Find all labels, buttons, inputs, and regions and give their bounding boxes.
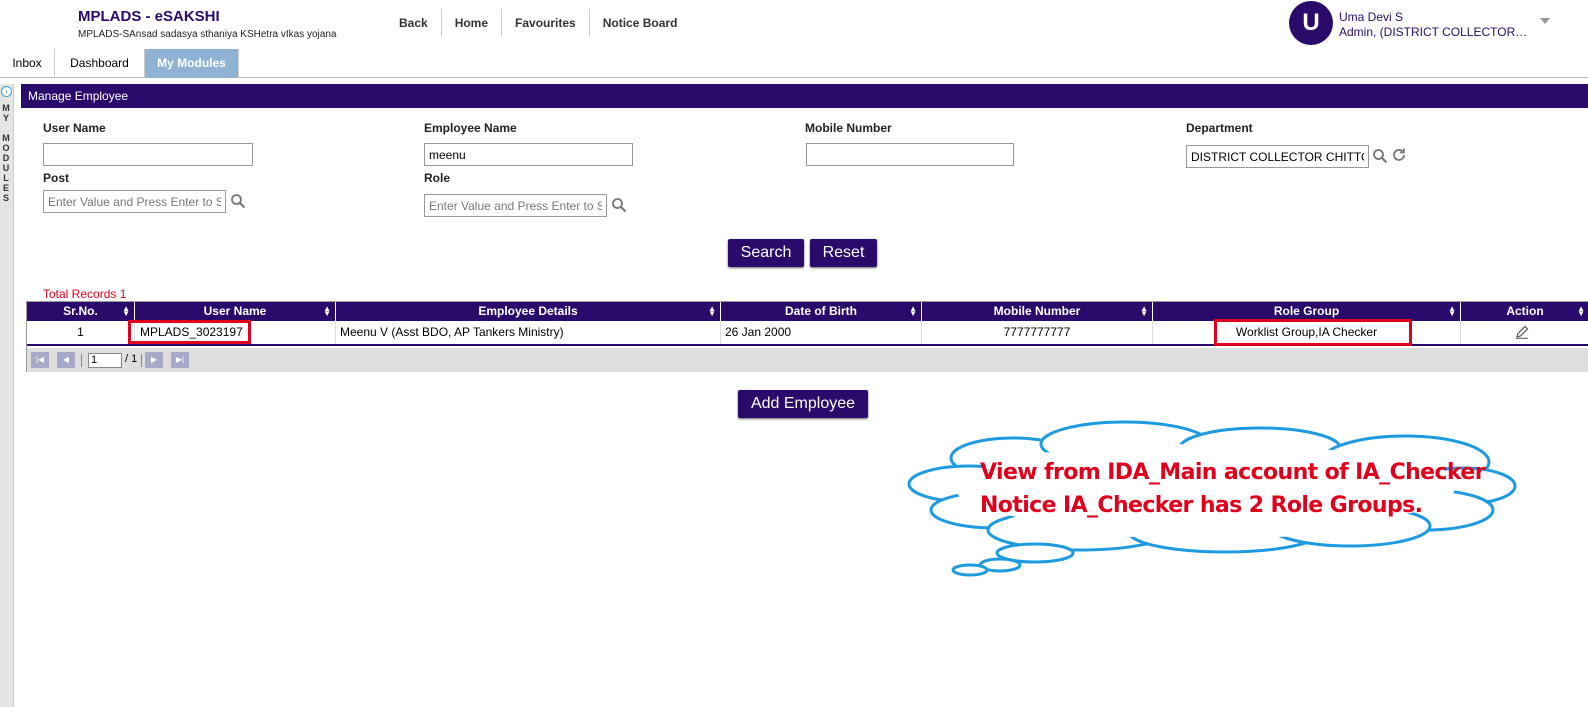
grid-pager: |◀ ◀ 1 / 1 ▶ ▶| — [27, 348, 1588, 372]
sort-icon[interactable]: ▲ ▼ — [1140, 305, 1148, 318]
column-header-mobile-number[interactable]: Mobile Number ▲ ▼ — [922, 302, 1153, 321]
reset-button[interactable]: Reset — [810, 239, 877, 267]
sort-icon[interactable]: ▲ ▼ — [909, 305, 917, 318]
mobile-number-label: Mobile Number — [805, 121, 892, 135]
app-title: MPLADS - eSAKSHI — [78, 8, 220, 25]
modules-rail[interactable]: › M Y M O D U L E S — [0, 84, 14, 707]
sort-icon[interactable]: ▲ ▼ — [708, 305, 716, 318]
pager-divider — [81, 354, 82, 367]
post-input[interactable] — [43, 190, 226, 213]
role-input[interactable] — [424, 194, 607, 217]
post-label: Post — [43, 171, 70, 185]
annotation-line-1: View from IDA_Main account of IA_Checker — [980, 460, 1486, 485]
sort-icon[interactable]: ▲ ▼ — [323, 305, 331, 318]
add-employee-button[interactable]: Add Employee — [738, 390, 868, 418]
user-name-highlight — [128, 320, 251, 344]
nav-home-link[interactable]: Home — [442, 9, 503, 37]
sort-icon[interactable]: ▲ ▼ — [1448, 305, 1456, 318]
user-name-label: User Name — [43, 121, 106, 135]
modules-rail-label: M Y M O D U L E S — [2, 103, 10, 203]
tab-bar: Inbox Dashboard My Modules — [0, 47, 1588, 78]
column-header-user-name[interactable]: User Name ▲ ▼ — [135, 302, 336, 321]
cell-employee-details: Meenu V (Asst BDO, AP Tankers Ministry) — [336, 321, 721, 344]
nav-notice-board-link[interactable]: Notice Board — [590, 9, 691, 37]
pager-divider — [141, 354, 142, 367]
prev-page-icon[interactable]: ◀ — [57, 352, 75, 368]
search-icon[interactable] — [611, 197, 627, 213]
employee-name-label: Employee Name — [424, 121, 517, 135]
edit-icon[interactable] — [1515, 325, 1529, 339]
nav-back-link[interactable]: Back — [386, 9, 442, 37]
column-header-employee-details[interactable]: Employee Details ▲ ▼ — [336, 302, 721, 321]
nav-favourites-link[interactable]: Favourites — [502, 9, 590, 37]
cell-action — [1461, 321, 1588, 344]
tab-my-modules[interactable]: My Modules — [145, 49, 239, 78]
panel-title: Manage Employee — [21, 84, 1588, 108]
user-name: Uma Devi S — [1339, 10, 1404, 24]
role-group-highlight — [1214, 319, 1412, 346]
total-records: Total Records 1 — [43, 287, 127, 301]
mobile-number-input[interactable] — [806, 143, 1014, 166]
department-label: Department — [1186, 121, 1253, 135]
employee-name-input[interactable] — [424, 143, 633, 166]
annotation-line-2: Notice IA_Checker has 2 Role Groups. — [980, 493, 1423, 518]
first-page-icon[interactable]: |◀ — [31, 352, 49, 368]
tab-inbox[interactable]: Inbox — [0, 49, 55, 78]
search-button[interactable]: Search — [728, 239, 804, 267]
user-avatar[interactable]: U — [1289, 1, 1333, 45]
search-icon[interactable] — [1372, 148, 1388, 164]
last-page-icon[interactable]: ▶| — [171, 352, 189, 368]
search-icon[interactable] — [230, 193, 246, 209]
chevron-down-icon[interactable] — [1540, 18, 1550, 24]
department-input[interactable] — [1186, 145, 1369, 168]
role-label: Role — [424, 171, 451, 185]
cell-date-of-birth: 26 Jan 2000 — [721, 321, 922, 344]
column-header-date-of-birth[interactable]: Date of Birth ▲ ▼ — [721, 302, 922, 321]
next-page-icon[interactable]: ▶ — [145, 352, 163, 368]
expand-icon[interactable]: › — [1, 86, 12, 97]
cell-mobile-number: 7777777777 — [922, 321, 1153, 344]
page-number-input[interactable]: 1 — [88, 353, 122, 368]
column-header-action[interactable]: Action ▲ ▼ — [1461, 302, 1588, 321]
column-header-sr-no[interactable]: Sr.No. ▲ ▼ — [27, 302, 135, 321]
app-header: MPLADS - eSAKSHI MPLADS-SAnsad sadasya s… — [0, 0, 1588, 46]
user-name-input[interactable] — [43, 143, 253, 166]
top-nav: Back Home Favourites Notice Board — [386, 9, 690, 37]
tab-dashboard[interactable]: Dashboard — [55, 49, 145, 78]
sort-icon[interactable]: ▲ ▼ — [122, 305, 130, 318]
app-subtitle: MPLADS-SAnsad sadasya sthaniya KSHetra v… — [78, 29, 337, 40]
user-role: Admin, (DISTRICT COLLECTOR CHITTOOR) — [1339, 25, 1529, 39]
refresh-icon[interactable] — [1391, 147, 1407, 163]
sort-icon[interactable]: ▲ ▼ — [1577, 305, 1585, 318]
page-total: / 1 — [125, 353, 138, 365]
cell-sr-no: 1 — [27, 321, 135, 344]
